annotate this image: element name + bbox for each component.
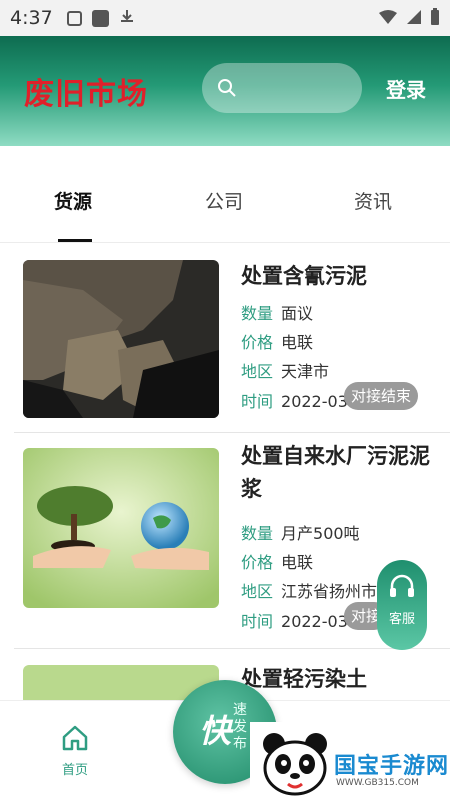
item-price: 价格 电联 (241, 329, 313, 353)
list-item[interactable]: 处置含氰污泥 数量 面议 价格 电联 地区 天津市 时间 2022-03 对接结束 (14, 250, 450, 420)
signal-icon (406, 9, 422, 29)
row-value: 天津市 (281, 362, 330, 381)
app-icon (91, 9, 109, 27)
row-key: 数量 (241, 304, 274, 323)
header: 废旧市场 登录 (0, 36, 450, 146)
divider (14, 648, 450, 649)
divider (14, 432, 450, 433)
item-quantity: 数量 月产500吨 (241, 520, 360, 544)
keyboard-icon (66, 10, 82, 26)
row-value: 电联 (281, 553, 314, 572)
row-key: 地区 (241, 582, 274, 601)
item-time: 时间 2022-03 (241, 608, 348, 632)
row-value: 电联 (281, 333, 314, 352)
row-value: 面议 (281, 304, 314, 323)
tab-news[interactable]: 资讯 (354, 187, 392, 214)
row-key: 时间 (241, 392, 274, 411)
quick-publish-small: 速发布 (233, 702, 247, 752)
app-title: 废旧市场 (24, 77, 148, 112)
item-title: 处置自来水厂污泥泥浆 (241, 444, 430, 501)
home-icon (60, 725, 90, 757)
row-key: 价格 (241, 333, 274, 352)
item-time: 时间 2022-03 (241, 388, 348, 412)
download-icon (119, 8, 135, 28)
headset-icon (387, 574, 417, 606)
status-badge: 对接结束 (344, 382, 419, 410)
row-key: 时间 (241, 612, 274, 631)
watermark: 国宝手游网 WWW.GB315.COM (250, 722, 450, 800)
service-label: 客服 (388, 612, 415, 627)
battery-icon (430, 8, 440, 30)
tab-bar: 货源 公司 资讯 (0, 155, 450, 243)
item-price: 价格 电联 (241, 549, 313, 573)
wifi-icon (378, 9, 398, 29)
status-bar: 4:37 (0, 0, 450, 36)
panda-logo-icon (260, 730, 330, 800)
status-time: 4:37 (10, 7, 53, 29)
item-title: 处置轻污染土 (241, 667, 367, 691)
watermark-text: 国宝手游网 (334, 754, 450, 779)
login-button[interactable]: 登录 (386, 74, 426, 103)
search-icon (217, 78, 237, 102)
customer-service-button[interactable]: 客服 (377, 560, 427, 650)
row-value: 江苏省扬州市 (281, 582, 378, 601)
item-quantity: 数量 面议 (241, 300, 313, 324)
item-region: 地区 天津市 (241, 358, 329, 382)
item-region: 地区 江苏省扬州市 (241, 578, 377, 602)
nav-home-label: 首页 (61, 763, 88, 778)
item-image-sludge (23, 260, 219, 418)
search-input[interactable] (202, 63, 362, 113)
tab-indicator (58, 239, 92, 242)
row-key: 价格 (241, 553, 274, 572)
row-key: 地区 (241, 362, 274, 381)
tab-company[interactable]: 公司 (205, 187, 243, 214)
row-key: 数量 (241, 524, 274, 543)
item-title: 处置含氰污泥 (241, 264, 367, 288)
row-value: 月产500吨 (281, 524, 360, 543)
row-value: 2022-03 (281, 612, 348, 631)
item-image-environment (23, 448, 219, 608)
watermark-url: WWW.GB315.COM (336, 778, 419, 788)
row-value: 2022-03 (281, 392, 348, 411)
quick-publish-big: 快 (199, 712, 232, 750)
tab-supply[interactable]: 货源 (54, 187, 92, 214)
nav-home[interactable]: 首页 (48, 723, 102, 778)
